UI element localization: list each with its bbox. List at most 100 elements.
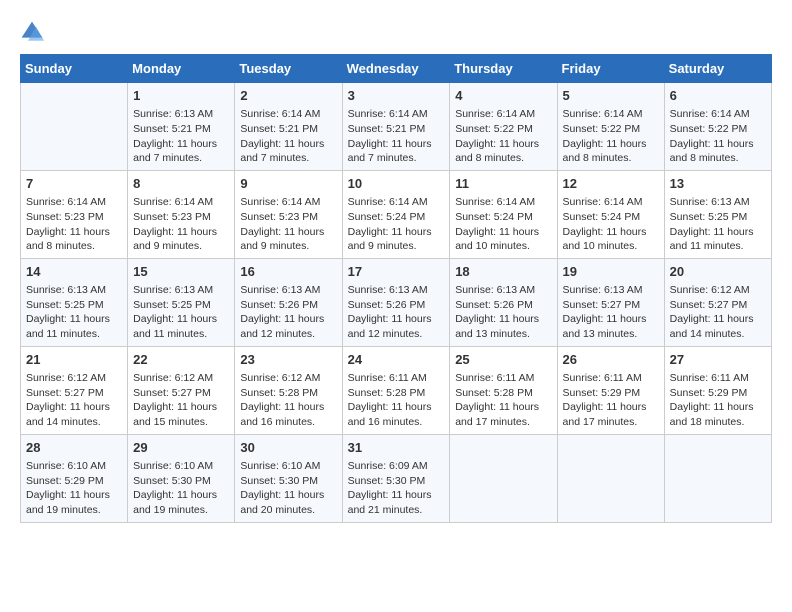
calendar-day-cell: 7Sunrise: 6:14 AMSunset: 5:23 PMDaylight…: [21, 170, 128, 258]
calendar-header: SundayMondayTuesdayWednesdayThursdayFrid…: [21, 55, 772, 83]
day-info: Sunrise: 6:10 AMSunset: 5:30 PMDaylight:…: [240, 459, 336, 518]
day-info: Sunrise: 6:13 AMSunset: 5:26 PMDaylight:…: [240, 283, 336, 342]
day-number: 10: [348, 175, 445, 193]
calendar-day-cell: 15 Sunrise: 6:13 AMSunset: 5:25 PMDayligh…: [128, 258, 235, 346]
calendar-day-cell: 13 Sunrise: 6:13 AMSunset: 5:25 PMDayligh…: [664, 170, 771, 258]
calendar-day-cell: 19 Sunrise: 6:13 AMSunset: 5:27 PMDayligh…: [557, 258, 664, 346]
weekday-header: Saturday: [664, 55, 771, 83]
calendar-day-cell: 10 Sunrise: 6:14 AMSunset: 5:24 PMDayligh…: [342, 170, 450, 258]
day-info: Sunrise: 6:13 AMSunset: 5:25 PMDaylight:…: [26, 283, 122, 342]
calendar-day-cell: 4 Sunrise: 6:14 AMSunset: 5:22 PMDaylight…: [450, 83, 557, 171]
calendar-day-cell: 3 Sunrise: 6:14 AMSunset: 5:21 PMDaylight…: [342, 83, 450, 171]
day-number: 25: [455, 351, 551, 369]
day-info: Sunrise: 6:13 AMSunset: 5:27 PMDaylight:…: [563, 283, 659, 342]
day-number: 30: [240, 439, 336, 457]
day-info: Sunrise: 6:12 AMSunset: 5:27 PMDaylight:…: [133, 371, 229, 430]
day-number: 15: [133, 263, 229, 281]
day-number: 1: [133, 87, 229, 105]
calendar-day-cell: 1 Sunrise: 6:13 AMSunset: 5:21 PMDaylight…: [128, 83, 235, 171]
calendar-day-cell: 30 Sunrise: 6:10 AMSunset: 5:30 PMDayligh…: [235, 434, 342, 522]
day-info: Sunrise: 6:14 AMSunset: 5:23 PMDaylight:…: [133, 195, 229, 254]
day-number: 19: [563, 263, 659, 281]
day-number: 7: [26, 175, 122, 193]
day-number: 12: [563, 175, 659, 193]
day-number: 26: [563, 351, 659, 369]
calendar-day-cell: 5Sunrise: 6:14 AMSunset: 5:22 PMDaylight…: [557, 83, 664, 171]
day-number: 23: [240, 351, 336, 369]
logo-icon: [20, 20, 44, 44]
day-info: Sunrise: 6:11 AMSunset: 5:29 PMDaylight:…: [670, 371, 766, 430]
calendar-day-cell: 26 Sunrise: 6:11 AMSunset: 5:29 PMDayligh…: [557, 346, 664, 434]
day-number: 28: [26, 439, 122, 457]
calendar-day-cell: 12Sunrise: 6:14 AMSunset: 5:24 PMDayligh…: [557, 170, 664, 258]
day-number: 14: [26, 263, 122, 281]
logo: [20, 20, 48, 44]
calendar-day-cell: 20 Sunrise: 6:12 AMSunset: 5:27 PMDayligh…: [664, 258, 771, 346]
calendar-day-cell: 31 Sunrise: 6:09 AMSunset: 5:30 PMDayligh…: [342, 434, 450, 522]
day-info: Sunrise: 6:09 AMSunset: 5:30 PMDaylight:…: [348, 459, 445, 518]
calendar-week-row: 1 Sunrise: 6:13 AMSunset: 5:21 PMDaylight…: [21, 83, 772, 171]
day-info: Sunrise: 6:14 AMSunset: 5:22 PMDaylight:…: [455, 107, 551, 166]
day-info: Sunrise: 6:11 AMSunset: 5:29 PMDaylight:…: [563, 371, 659, 430]
day-number: 8: [133, 175, 229, 193]
day-info: Sunrise: 6:11 AMSunset: 5:28 PMDaylight:…: [455, 371, 551, 430]
day-info: Sunrise: 6:13 AMSunset: 5:25 PMDaylight:…: [133, 283, 229, 342]
calendar-day-cell: 25 Sunrise: 6:11 AMSunset: 5:28 PMDayligh…: [450, 346, 557, 434]
day-info: Sunrise: 6:12 AMSunset: 5:27 PMDaylight:…: [670, 283, 766, 342]
day-number: 24: [348, 351, 445, 369]
day-number: 17: [348, 263, 445, 281]
header: [20, 20, 772, 44]
calendar-day-cell: 28Sunrise: 6:10 AMSunset: 5:29 PMDayligh…: [21, 434, 128, 522]
day-number: 21: [26, 351, 122, 369]
calendar-day-cell: 11 Sunrise: 6:14 AMSunset: 5:24 PMDayligh…: [450, 170, 557, 258]
calendar-day-cell: 8 Sunrise: 6:14 AMSunset: 5:23 PMDaylight…: [128, 170, 235, 258]
calendar-day-cell: 27 Sunrise: 6:11 AMSunset: 5:29 PMDayligh…: [664, 346, 771, 434]
day-info: Sunrise: 6:13 AMSunset: 5:21 PMDaylight:…: [133, 107, 229, 166]
day-info: Sunrise: 6:12 AMSunset: 5:27 PMDaylight:…: [26, 371, 122, 430]
day-number: 13: [670, 175, 766, 193]
calendar-day-cell: 24 Sunrise: 6:11 AMSunset: 5:28 PMDayligh…: [342, 346, 450, 434]
day-info: Sunrise: 6:11 AMSunset: 5:28 PMDaylight:…: [348, 371, 445, 430]
calendar-day-cell: 21 Sunrise: 6:12 AMSunset: 5:27 PMDayligh…: [21, 346, 128, 434]
calendar-week-row: 7 Sunrise: 6:14 AMSunset: 5:23 PMDaylight…: [21, 170, 772, 258]
calendar-day-cell: [21, 83, 128, 171]
calendar-day-cell: 6Sunrise: 6:14 AMSunset: 5:22 PMDaylight…: [664, 83, 771, 171]
calendar-day-cell: 16 Sunrise: 6:13 AMSunset: 5:26 PMDayligh…: [235, 258, 342, 346]
day-info: Sunrise: 6:14 AMSunset: 5:24 PMDaylight:…: [455, 195, 551, 254]
calendar-day-cell: 17Sunrise: 6:13 AMSunset: 5:26 PMDayligh…: [342, 258, 450, 346]
day-number: 5: [563, 87, 659, 105]
calendar-day-cell: [664, 434, 771, 522]
day-number: 16: [240, 263, 336, 281]
weekday-header: Thursday: [450, 55, 557, 83]
calendar-day-cell: 29 Sunrise: 6:10 AMSunset: 5:30 PMDayligh…: [128, 434, 235, 522]
weekday-row: SundayMondayTuesdayWednesdayThursdayFrid…: [21, 55, 772, 83]
weekday-header: Tuesday: [235, 55, 342, 83]
day-number: 9: [240, 175, 336, 193]
calendar-day-cell: [557, 434, 664, 522]
calendar-day-cell: 18Sunrise: 6:13 AMSunset: 5:26 PMDayligh…: [450, 258, 557, 346]
calendar-week-row: 28Sunrise: 6:10 AMSunset: 5:29 PMDayligh…: [21, 434, 772, 522]
calendar-week-row: 14 Sunrise: 6:13 AMSunset: 5:25 PMDayligh…: [21, 258, 772, 346]
day-number: 20: [670, 263, 766, 281]
calendar-day-cell: 9 Sunrise: 6:14 AMSunset: 5:23 PMDaylight…: [235, 170, 342, 258]
calendar-table: SundayMondayTuesdayWednesdayThursdayFrid…: [20, 54, 772, 523]
weekday-header: Friday: [557, 55, 664, 83]
day-number: 29: [133, 439, 229, 457]
day-info: Sunrise: 6:13 AMSunset: 5:26 PMDaylight:…: [455, 283, 551, 342]
weekday-header: Monday: [128, 55, 235, 83]
day-info: Sunrise: 6:14 AMSunset: 5:21 PMDaylight:…: [240, 107, 336, 166]
calendar-day-cell: 22 Sunrise: 6:12 AMSunset: 5:27 PMDayligh…: [128, 346, 235, 434]
day-info: Sunrise: 6:14 AMSunset: 5:23 PMDaylight:…: [240, 195, 336, 254]
day-info: Sunrise: 6:13 AMSunset: 5:25 PMDaylight:…: [670, 195, 766, 254]
day-number: 3: [348, 87, 445, 105]
day-number: 4: [455, 87, 551, 105]
calendar-day-cell: 2Sunrise: 6:14 AMSunset: 5:21 PMDaylight…: [235, 83, 342, 171]
day-info: Sunrise: 6:14 AMSunset: 5:21 PMDaylight:…: [348, 107, 445, 166]
day-number: 22: [133, 351, 229, 369]
day-info: Sunrise: 6:14 AMSunset: 5:24 PMDaylight:…: [348, 195, 445, 254]
day-info: Sunrise: 6:12 AMSunset: 5:28 PMDaylight:…: [240, 371, 336, 430]
day-info: Sunrise: 6:10 AMSunset: 5:30 PMDaylight:…: [133, 459, 229, 518]
day-number: 11: [455, 175, 551, 193]
day-number: 27: [670, 351, 766, 369]
day-number: 31: [348, 439, 445, 457]
